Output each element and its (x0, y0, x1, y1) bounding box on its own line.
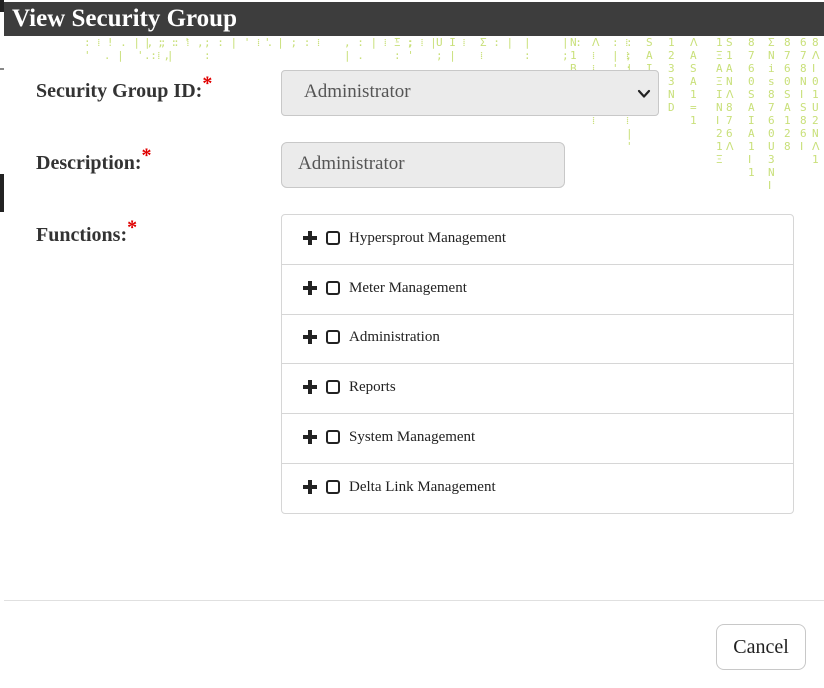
functions-label-text: Functions: (36, 224, 128, 246)
cancel-button[interactable]: Cancel (716, 624, 806, 670)
function-label: Administration (349, 329, 440, 345)
expand-plus-icon[interactable] (303, 480, 317, 494)
function-row-administration[interactable]: Administration (282, 314, 793, 364)
required-marker: * (127, 216, 138, 239)
chevron-down-icon (637, 89, 651, 98)
security-group-id-label: Security Group ID:* (36, 73, 212, 103)
required-marker: * (141, 144, 152, 167)
modal-title: View Security Group (12, 5, 237, 32)
security-group-id-select[interactable]: Administrator (281, 70, 659, 116)
function-row-meter-management[interactable]: Meter Management (282, 265, 793, 315)
function-row-system-management[interactable]: System Management (282, 414, 793, 464)
modal-header: View Security Group (4, 2, 824, 36)
function-label: Hypersprout Management (349, 230, 507, 246)
view-security-group-modal: View Security Group : ⁞ ! . | , ; : ⁞ ' … (4, 2, 824, 688)
required-marker: * (202, 72, 213, 95)
function-label: System Management (349, 429, 476, 445)
functions-label: Functions:* (36, 217, 137, 247)
decorative-texture: : ⁞ ! . | , ; : ⁞ ' . | ' : , | ; : ' , … (84, 36, 820, 192)
expand-plus-icon[interactable] (303, 281, 317, 295)
description-value: Administrator (298, 153, 405, 174)
function-row-reports[interactable]: Reports (282, 364, 793, 414)
expand-plus-icon[interactable] (303, 330, 317, 344)
description-label: Description:* (36, 145, 152, 175)
function-checkbox[interactable] (326, 480, 340, 494)
security-group-id-label-text: Security Group ID: (36, 80, 203, 102)
functions-tree: Hypersprout Management Meter Management … (281, 214, 794, 514)
description-label-text: Description: (36, 152, 142, 174)
security-group-id-value: Administrator (304, 81, 411, 102)
function-label: Delta Link Management (349, 479, 496, 495)
function-row-hypersprout-management[interactable]: Hypersprout Management (282, 215, 793, 265)
function-label: Meter Management (349, 280, 467, 296)
expand-plus-icon[interactable] (303, 231, 317, 245)
expand-plus-icon[interactable] (303, 430, 317, 444)
function-label: Reports (349, 379, 396, 395)
function-checkbox[interactable] (326, 281, 340, 295)
function-checkbox[interactable] (326, 380, 340, 394)
function-checkbox[interactable] (326, 430, 340, 444)
function-row-delta-link-management[interactable]: Delta Link Management (282, 464, 793, 514)
description-field[interactable]: Administrator (281, 142, 565, 188)
function-checkbox[interactable] (326, 231, 340, 245)
expand-plus-icon[interactable] (303, 380, 317, 394)
footer-divider (4, 600, 824, 601)
function-checkbox[interactable] (326, 330, 340, 344)
